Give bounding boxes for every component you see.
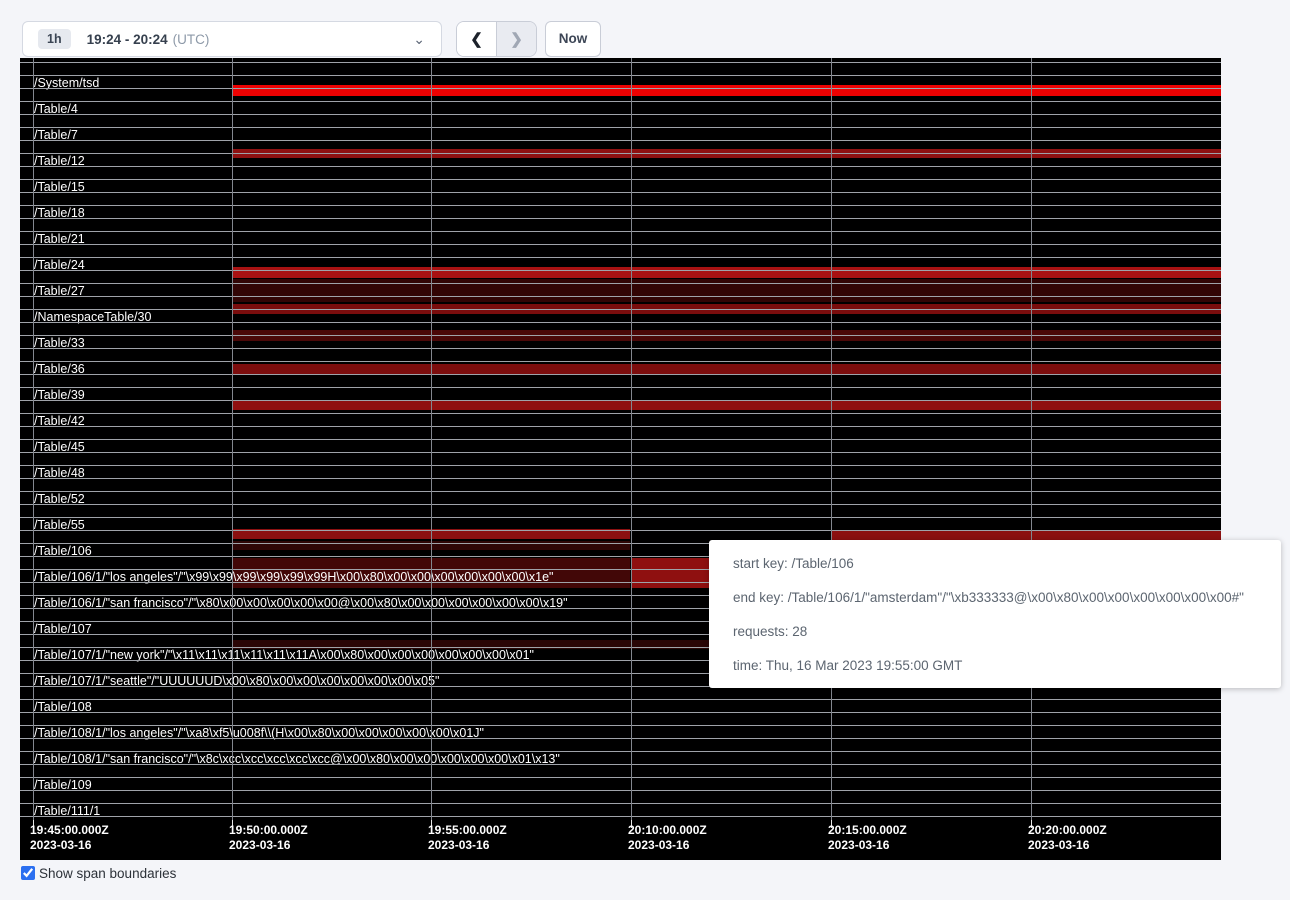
column-boundary-line xyxy=(33,58,34,820)
span-boundary-line xyxy=(20,517,1221,518)
span-boundary-line xyxy=(20,231,1221,232)
column-boundary-line xyxy=(1031,58,1032,820)
now-button[interactable]: Now xyxy=(545,21,601,57)
span-boundary-line xyxy=(20,127,1221,128)
span-boundary-line xyxy=(20,244,1221,245)
tooltip-time: time: Thu, 16 Mar 2023 19:55:00 GMT xyxy=(733,656,1257,676)
column-boundary-line xyxy=(431,58,432,820)
x-axis-label: 20:15:00.000Z2023-03-16 xyxy=(828,823,907,853)
span-boundary-line xyxy=(20,530,1221,531)
chevron-left-icon: ❮ xyxy=(470,30,483,48)
time-range-selector[interactable]: 1h 19:24 - 20:24 (UTC) ⌄ xyxy=(22,21,442,57)
span-boundary-line xyxy=(20,153,1221,154)
next-window-button-disabled[interactable]: ❯ xyxy=(497,22,536,56)
span-boundary-line xyxy=(20,361,1221,362)
span-boundary-line xyxy=(20,140,1221,141)
span-boundary-line xyxy=(20,816,1221,817)
span-boundary-line xyxy=(20,218,1221,219)
span-boundary-line xyxy=(20,192,1221,193)
heat-band xyxy=(233,85,1221,96)
span-boundary-line xyxy=(20,322,1221,323)
span-boundary-line xyxy=(20,348,1221,349)
span-boundary-line xyxy=(20,803,1221,804)
span-boundary-line xyxy=(20,400,1221,401)
span-boundary-line xyxy=(20,478,1221,479)
span-boundary-line xyxy=(20,738,1221,739)
span-boundary-line xyxy=(20,751,1221,752)
tooltip-requests: requests: 28 xyxy=(733,622,1257,642)
span-boundary-line xyxy=(20,699,1221,700)
heat-band xyxy=(233,400,1221,410)
span-boundary-line xyxy=(20,75,1221,76)
x-axis-label: 20:20:00.000Z2023-03-16 xyxy=(1028,823,1107,853)
tooltip-start-key: start key: /Table/106 xyxy=(733,554,1257,574)
span-boundary-line xyxy=(20,270,1221,271)
heat-band xyxy=(233,267,1221,278)
span-boundary-line xyxy=(20,504,1221,505)
heat-band xyxy=(233,364,1221,374)
span-boundary-line xyxy=(20,764,1221,765)
span-boundary-line xyxy=(20,465,1221,466)
x-axis-label: 19:50:00.000Z2023-03-16 xyxy=(229,823,308,853)
tooltip-end-key: end key: /Table/106/1/"amsterdam"/"\xb33… xyxy=(733,588,1257,608)
column-boundary-line xyxy=(232,58,233,820)
span-boundary-line xyxy=(20,101,1221,102)
span-boundary-line xyxy=(20,205,1221,206)
show-span-boundaries-row: Show span boundaries xyxy=(21,866,176,882)
heatmap-tooltip: start key: /Table/106 end key: /Table/10… xyxy=(709,540,1281,688)
span-boundary-line xyxy=(20,296,1221,297)
show-span-boundaries-checkbox[interactable] xyxy=(21,866,35,880)
range-label: 19:24 - 20:24 xyxy=(87,32,168,47)
span-boundary-line xyxy=(20,452,1221,453)
prev-window-button[interactable]: ❮ xyxy=(457,22,497,56)
span-boundary-line xyxy=(20,88,1221,89)
span-boundary-line xyxy=(20,335,1221,336)
span-boundary-line xyxy=(20,413,1221,414)
span-boundary-line xyxy=(20,426,1221,427)
span-boundary-line xyxy=(20,491,1221,492)
span-boundary-line xyxy=(20,62,1221,63)
chevron-down-icon: ⌄ xyxy=(413,34,425,44)
column-boundary-line xyxy=(631,58,632,820)
span-boundary-line xyxy=(20,374,1221,375)
range-timezone: (UTC) xyxy=(173,32,210,47)
column-boundary-line xyxy=(831,58,832,820)
span-boundary-line xyxy=(20,283,1221,284)
span-boundary-line xyxy=(20,712,1221,713)
span-boundary-line xyxy=(20,166,1221,167)
x-axis-label: 19:45:00.000Z2023-03-16 xyxy=(30,823,109,853)
span-boundary-line xyxy=(20,790,1221,791)
span-boundary-line xyxy=(20,114,1221,115)
show-span-boundaries-label: Show span boundaries xyxy=(39,866,176,882)
span-boundary-line xyxy=(20,725,1221,726)
span-boundary-line xyxy=(20,387,1221,388)
span-boundary-line xyxy=(20,257,1221,258)
x-axis-label: 19:55:00.000Z2023-03-16 xyxy=(428,823,507,853)
key-visualizer-heatmap[interactable]: /System/tsd/Table/4/Table/7/Table/12/Tab… xyxy=(20,58,1221,860)
span-boundary-line xyxy=(20,309,1221,310)
span-boundary-line xyxy=(20,777,1221,778)
span-boundary-line xyxy=(20,439,1221,440)
time-nav-group: ❮ ❯ xyxy=(456,21,537,57)
x-axis-label: 20:10:00.000Z2023-03-16 xyxy=(628,823,707,853)
chevron-right-icon: ❯ xyxy=(510,30,523,48)
span-boundary-line xyxy=(20,179,1221,180)
range-duration-badge: 1h xyxy=(38,29,71,49)
